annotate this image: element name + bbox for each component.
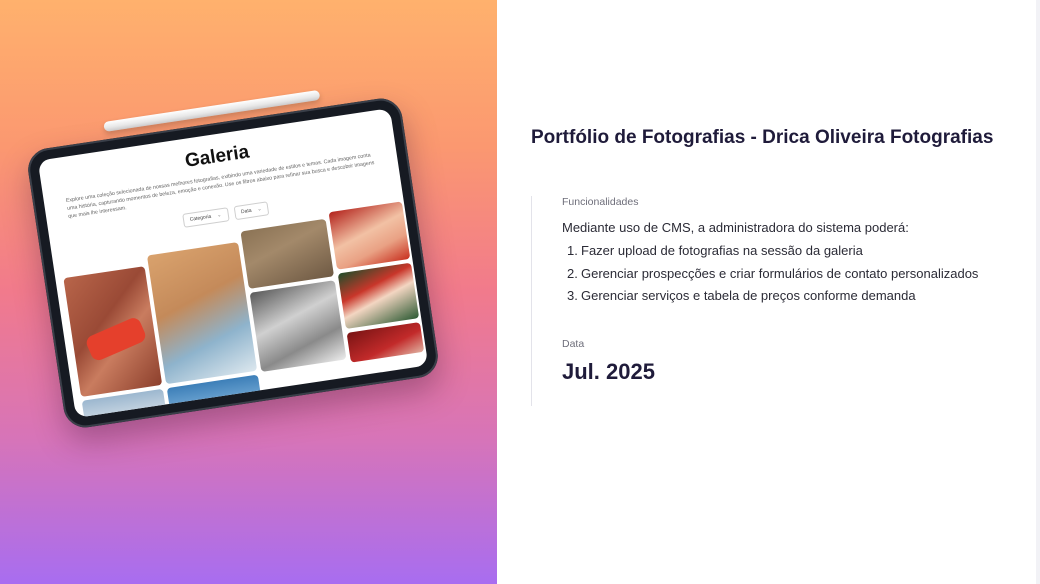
gallery-photo[interactable]	[249, 280, 347, 372]
list-item: 1. Fazer upload de fotografias na sessão …	[567, 243, 863, 258]
list-item: 2. Gerenciar prospecções e criar formulár…	[567, 265, 979, 281]
feature-text: Fazer upload de fotografias na sessão da…	[581, 243, 863, 258]
features-list: 1. Fazer upload de fotografias na sessão …	[567, 243, 979, 311]
page-edge	[1036, 0, 1040, 584]
gallery-photo[interactable]	[337, 262, 420, 330]
feature-text: Gerenciar serviços e tabela de preços co…	[581, 288, 916, 303]
filter-date-label: Data	[240, 207, 253, 216]
filter-date-select[interactable]: Data ⌄	[233, 201, 270, 221]
gallery-photo[interactable]	[346, 322, 425, 363]
tablet-frame: Galeria Explore uma coleção selecionada …	[25, 95, 441, 431]
tablet-screen: Galeria Explore uma coleção selecionada …	[37, 108, 429, 418]
date-value: Jul. 2025	[562, 359, 655, 384]
filter-category-select[interactable]: Categoria ⌄	[181, 207, 230, 228]
tablet-mockup: Galeria Explore uma coleção selecionada …	[25, 95, 441, 431]
info-divider	[531, 196, 532, 406]
gallery-photo[interactable]	[328, 201, 411, 270]
gallery-photo[interactable]	[63, 266, 163, 397]
hero-gradient-panel: Galeria Explore uma coleção selecionada …	[0, 0, 497, 584]
features-intro: Mediante uso de CMS, a administradora do…	[562, 220, 909, 235]
chevron-down-icon: ⌄	[257, 206, 263, 213]
list-item: 3. Gerenciar serviços e tabela de preços …	[567, 288, 916, 303]
project-title: Portfólio de Fotografias - Drica Oliveir…	[531, 127, 994, 148]
gallery-photo[interactable]	[146, 242, 258, 385]
filter-category-label: Categoria	[189, 213, 212, 223]
date-label: Data	[562, 338, 585, 350]
feature-text: Gerenciar prospecções e criar formulário…	[581, 265, 979, 281]
chevron-down-icon: ⌄	[216, 212, 222, 219]
features-label: Funcionalidades	[562, 196, 639, 208]
gallery-photo[interactable]	[240, 218, 335, 289]
